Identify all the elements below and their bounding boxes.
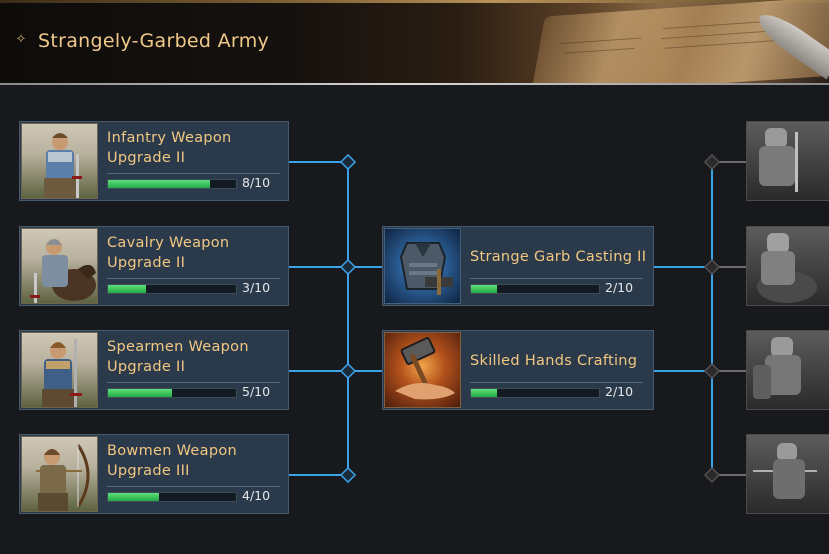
tech-title: Cavalry Weapon Upgrade II: [107, 233, 282, 273]
tech-title: Skilled Hands Crafting: [470, 353, 638, 369]
tech-card-strange-garb-casting[interactable]: Strange Garb Casting II 2/10: [382, 226, 654, 306]
tech-card-cavalry-weapon[interactable]: Cavalry Weapon Upgrade II 3/10: [19, 226, 289, 306]
divider: [470, 278, 643, 279]
locked-tech-card-bowmen[interactable]: [746, 434, 829, 514]
locked-knight-portrait: [753, 337, 801, 399]
tech-title: Infantry Weapon Upgrade II: [107, 128, 282, 168]
tech-title-line1: Cavalry Weapon: [107, 235, 230, 251]
tech-title-line1: Bowmen Weapon: [107, 443, 237, 459]
progress-bar: [470, 284, 600, 294]
progress-count: 2/10: [605, 384, 634, 399]
progress-count: 8/10: [242, 175, 271, 190]
hammer-hand-icon: [384, 332, 461, 408]
tech-title-line2: Upgrade II: [107, 150, 186, 166]
divider: [107, 486, 280, 487]
spearmen-soldier-portrait: [21, 332, 98, 408]
progress-bar: [470, 388, 600, 398]
progress-bar: [107, 284, 237, 294]
progress-count: 4/10: [242, 488, 271, 503]
locked-tech-card-spearmen[interactable]: [746, 330, 829, 410]
tech-card-bowmen-weapon[interactable]: Bowmen Weapon Upgrade III 4/10: [19, 434, 289, 514]
progress-count: 5/10: [242, 384, 271, 399]
progress-count: 2/10: [605, 280, 634, 295]
tech-title-line1: Infantry Weapon: [107, 130, 232, 146]
divider: [107, 173, 280, 174]
locked-knight-portrait: [753, 443, 817, 499]
tech-card-infantry-weapon[interactable]: Infantry Weapon Upgrade II 8/10: [19, 121, 289, 201]
locked-knight-portrait: [759, 128, 798, 192]
divider: [107, 278, 280, 279]
tech-title-line1: Spearmen Weapon: [107, 339, 249, 355]
tech-card-skilled-hands-crafting[interactable]: Skilled Hands Crafting 2/10: [382, 330, 654, 410]
locked-tech-card-cavalry[interactable]: [746, 226, 829, 306]
tech-title-line2: Upgrade II: [107, 359, 186, 375]
tech-title-line2: Upgrade III: [107, 463, 190, 479]
progress-bar: [107, 492, 237, 502]
tech-title: Spearmen Weapon Upgrade II: [107, 337, 282, 377]
armor-anvil-icon: [384, 228, 461, 304]
tech-card-spearmen-weapon[interactable]: Spearmen Weapon Upgrade II 5/10: [19, 330, 289, 410]
infantry-soldier-portrait: [21, 123, 98, 199]
progress-count: 3/10: [242, 280, 271, 295]
tech-title-line2: Upgrade II: [107, 255, 186, 271]
tech-title: Bowmen Weapon Upgrade III: [107, 441, 282, 481]
progress-bar: [107, 179, 237, 189]
locked-tech-card-infantry[interactable]: [746, 121, 829, 201]
progress-bar: [107, 388, 237, 398]
tech-title: Strange Garb Casting II: [470, 249, 647, 265]
locked-knight-portrait: [757, 233, 817, 303]
divider: [107, 382, 280, 383]
cavalry-soldier-portrait: [21, 228, 98, 304]
divider: [470, 382, 643, 383]
bowmen-soldier-portrait: [21, 436, 98, 512]
